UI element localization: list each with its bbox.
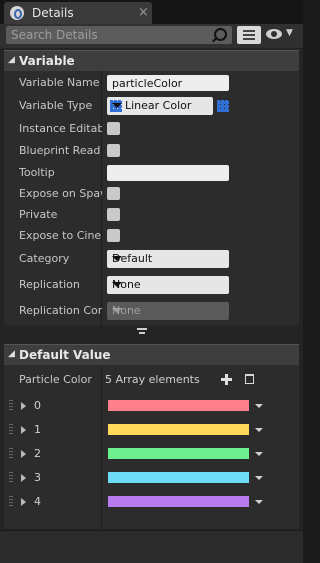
color-swatch[interactable]: [108, 496, 249, 507]
expose-to-cinematics-checkbox[interactable]: [107, 229, 120, 242]
chevron-down-icon: [112, 282, 122, 287]
tab-bar: Details ×: [0, 0, 303, 24]
expand-arrow-icon[interactable]: [21, 450, 26, 458]
array-element: 4: [4, 491, 299, 513]
collapse-arrow-icon[interactable]: ◢: [8, 55, 15, 65]
variable-type-label: Variable Type: [19, 99, 93, 112]
row-category: Category Default: [4, 248, 299, 270]
color-swatch[interactable]: [108, 424, 249, 435]
details-panel: Details × Search Details ▼ ◢ Variable Va…: [0, 0, 303, 563]
category-dropdown[interactable]: Default: [107, 250, 229, 268]
drag-handle-icon[interactable]: [9, 496, 13, 506]
section-header-default-value[interactable]: ◢ Default Value: [4, 344, 299, 365]
replication-label: Replication: [19, 278, 80, 291]
color-swatch[interactable]: [108, 400, 249, 411]
row-tooltip: Tooltip: [4, 162, 299, 184]
property-matrix-button[interactable]: [237, 26, 261, 44]
expand-arrow-icon[interactable]: [21, 426, 26, 434]
color-swatch[interactable]: [108, 472, 249, 483]
category-label: Category: [19, 252, 70, 265]
row-expose-to-cinematics: Expose to Cinematics: [4, 225, 299, 247]
container-type-icon[interactable]: [217, 100, 229, 112]
row-private: Private: [4, 204, 299, 226]
expand-arrow-icon[interactable]: [21, 498, 26, 506]
blueprint-read-only-label: Blueprint Read Only: [19, 144, 102, 157]
empty-panel-area: [0, 530, 303, 563]
row-variable-type: Variable Type Linear Color: [4, 95, 299, 117]
instance-editable-checkbox[interactable]: [107, 122, 120, 135]
details-magnifier-icon: [10, 6, 24, 20]
search-input[interactable]: Search Details: [6, 26, 232, 44]
array-element: 3: [4, 467, 299, 489]
section-header-variable[interactable]: ◢ Variable: [4, 50, 299, 71]
row-instance-editable: Instance Editable: [4, 118, 299, 140]
variable-type-value: Linear Color: [125, 99, 192, 112]
add-element-icon[interactable]: [221, 374, 232, 385]
row-expose-on-spawn: Expose on Spawn: [4, 183, 299, 205]
variable-type-dropdown[interactable]: Linear Color: [107, 97, 213, 115]
chevron-down-icon[interactable]: [255, 452, 263, 456]
drag-handle-icon[interactable]: [9, 424, 13, 434]
expose-to-cinematics-label: Expose to Cinematics: [19, 229, 102, 242]
expand-arrow-icon[interactable]: [21, 474, 26, 482]
default-value-properties: Particle Color 5 Array elements 0 1 2 3 …: [4, 365, 299, 529]
color-swatch[interactable]: [108, 448, 249, 459]
chevron-down-icon[interactable]: [255, 428, 263, 432]
array-element: 1: [4, 419, 299, 441]
advanced-expander[interactable]: [0, 325, 303, 341]
view-options-eye-icon[interactable]: [266, 29, 282, 39]
chevron-down-icon: [112, 103, 122, 108]
expose-on-spawn-checkbox[interactable]: [107, 187, 120, 200]
element-index: 3: [34, 471, 41, 484]
section-title: Variable: [19, 54, 75, 68]
array-element: 2: [4, 443, 299, 465]
tooltip-field[interactable]: [107, 165, 229, 181]
variable-properties: Variable Name particleColor Variable Typ…: [4, 71, 299, 325]
close-icon[interactable]: ×: [138, 5, 149, 20]
row-blueprint-read-only: Blueprint Read Only: [4, 140, 299, 162]
expose-on-spawn-label: Expose on Spawn: [19, 187, 102, 200]
tab-details[interactable]: Details ×: [4, 2, 152, 24]
element-index: 1: [34, 423, 41, 436]
tooltip-label: Tooltip: [19, 166, 55, 179]
collapse-arrow-icon[interactable]: ◢: [8, 349, 15, 359]
expand-arrow-icon[interactable]: [21, 402, 26, 410]
search-placeholder: Search Details: [11, 28, 98, 42]
trash-icon[interactable]: [245, 374, 254, 384]
particle-color-label: Particle Color: [19, 373, 92, 386]
expand-advanced-icon[interactable]: [137, 327, 147, 337]
row-replication: Replication None: [4, 274, 299, 296]
private-checkbox[interactable]: [107, 208, 120, 221]
drag-handle-icon[interactable]: [9, 448, 13, 458]
instance-editable-label: Instance Editable: [19, 122, 102, 135]
element-index: 2: [34, 447, 41, 460]
chevron-down-icon: [112, 256, 122, 261]
chevron-down-icon[interactable]: [255, 476, 263, 480]
chevron-down-icon: [112, 308, 122, 313]
replication-condition-label: Replication Condition: [19, 304, 102, 317]
variable-name-label: Variable Name: [19, 76, 100, 89]
section-title: Default Value: [19, 348, 111, 362]
blueprint-read-only-checkbox[interactable]: [107, 144, 120, 157]
search-row: Search Details ▼: [0, 24, 303, 48]
drag-handle-icon[interactable]: [9, 472, 13, 482]
chevron-down-icon[interactable]: [255, 500, 263, 504]
array-summary: 5 Array elements: [105, 373, 200, 386]
row-variable-name: Variable Name particleColor: [4, 72, 299, 94]
drag-handle-icon[interactable]: [9, 400, 13, 410]
search-icon[interactable]: [214, 28, 227, 41]
chevron-down-icon[interactable]: ▼: [286, 28, 293, 38]
array-element: 0: [4, 395, 299, 417]
element-index: 0: [34, 399, 41, 412]
replication-condition-dropdown: None: [107, 302, 229, 320]
private-label: Private: [19, 208, 58, 221]
element-index: 4: [34, 495, 41, 508]
chevron-down-icon[interactable]: [255, 404, 263, 408]
variable-name-value: particleColor: [112, 77, 183, 90]
row-replication-condition: Replication Condition None: [4, 300, 299, 322]
row-particle-color: Particle Color 5 Array elements: [4, 369, 299, 391]
variable-name-field[interactable]: particleColor: [107, 75, 229, 91]
tab-title: Details: [32, 6, 74, 20]
replication-dropdown[interactable]: None: [107, 276, 229, 294]
